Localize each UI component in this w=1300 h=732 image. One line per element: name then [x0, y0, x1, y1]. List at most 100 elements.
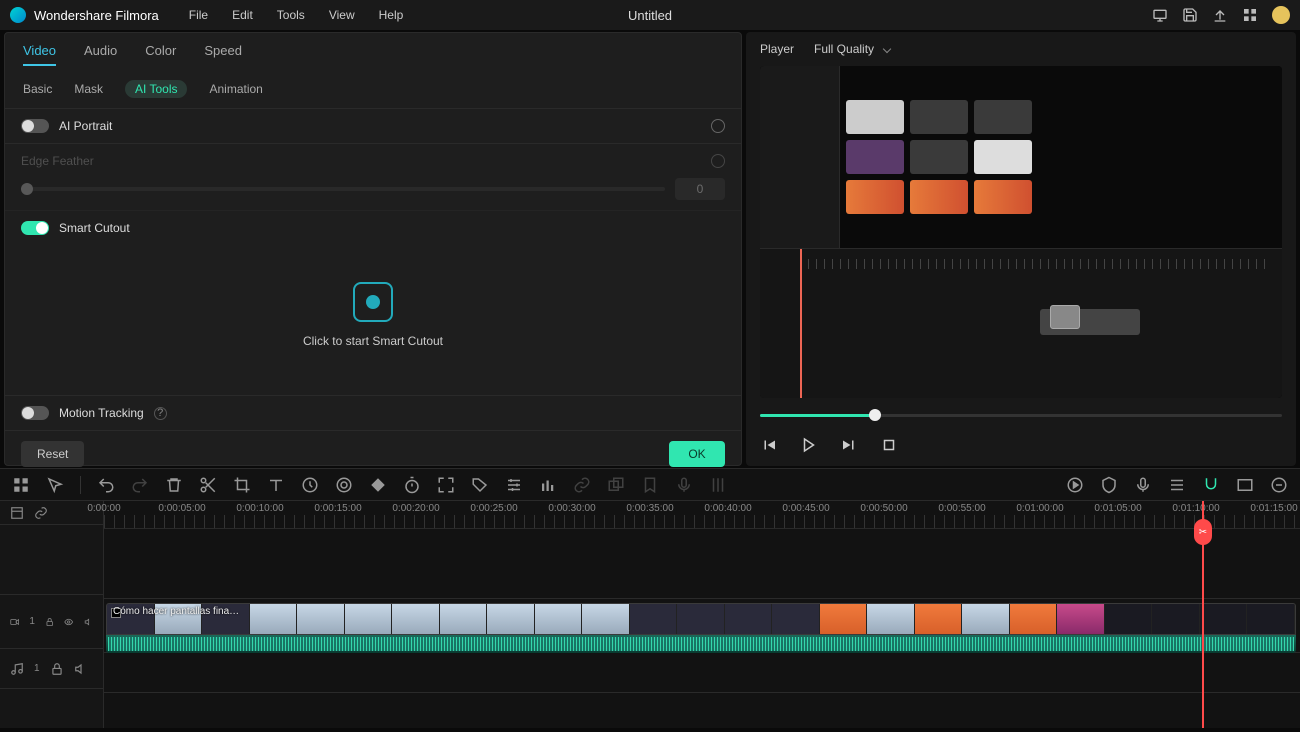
- delete-icon[interactable]: [165, 476, 183, 494]
- ruler-tick: 0:00:00: [87, 503, 120, 514]
- subtab-basic[interactable]: Basic: [23, 80, 52, 98]
- toolbar-grid-icon[interactable]: [12, 476, 30, 494]
- audio-lock-icon[interactable]: [50, 662, 64, 676]
- ruler-tick: 0:00:50:00: [860, 503, 907, 514]
- ai-portrait-toggle[interactable]: [21, 119, 49, 133]
- gutter-audio-track: 1: [0, 649, 103, 689]
- color-icon[interactable]: [335, 476, 353, 494]
- playhead[interactable]: [1202, 501, 1204, 728]
- clip-title: Cómo hacer pantallas fina…: [113, 606, 239, 617]
- user-avatar[interactable]: [1272, 6, 1290, 24]
- player-scrub[interactable]: [760, 404, 1282, 428]
- ruler-tick: 0:01:00:00: [1016, 503, 1063, 514]
- sliders-icon[interactable]: [505, 476, 523, 494]
- ruler-tick: 0:01:05:00: [1094, 503, 1141, 514]
- text-icon[interactable]: [267, 476, 285, 494]
- stop-button[interactable]: [880, 436, 898, 454]
- track-gutter: 1 1: [0, 501, 104, 728]
- screen-icon[interactable]: [1152, 7, 1168, 23]
- reset-button[interactable]: Reset: [21, 441, 84, 467]
- menu-file[interactable]: File: [179, 4, 218, 26]
- chevron-down-icon: [883, 45, 891, 53]
- voiceover-icon[interactable]: [1134, 476, 1152, 494]
- zoom-out-icon[interactable]: [1270, 476, 1288, 494]
- motion-tracking-toggle[interactable]: [21, 406, 49, 420]
- split-icon[interactable]: [199, 476, 217, 494]
- smart-cutout-cta[interactable]: Click to start Smart Cutout: [303, 334, 443, 348]
- snapping-icon[interactable]: [1202, 476, 1220, 494]
- ai-portrait-reset-icon[interactable]: [711, 119, 725, 133]
- edge-feather-reset-icon[interactable]: [711, 154, 725, 168]
- tab-audio[interactable]: Audio: [84, 43, 117, 66]
- menu-help[interactable]: Help: [369, 4, 414, 26]
- crop-icon[interactable]: [233, 476, 251, 494]
- mixer-icon: [709, 476, 727, 494]
- audio-mute-icon[interactable]: [74, 662, 88, 676]
- redo-icon: [131, 476, 149, 494]
- edge-feather-label: Edge Feather: [21, 154, 94, 168]
- property-top-tabs: Video Audio Color Speed: [5, 33, 741, 70]
- speed-icon[interactable]: [301, 476, 319, 494]
- title-bar-actions: [1152, 6, 1290, 24]
- upload-icon[interactable]: [1212, 7, 1228, 23]
- edge-feather-value[interactable]: 0: [675, 178, 725, 200]
- video-preview[interactable]: [760, 66, 1282, 398]
- menu-view[interactable]: View: [319, 4, 365, 26]
- audio-meter-icon[interactable]: [539, 476, 557, 494]
- prev-frame-button[interactable]: [760, 436, 778, 454]
- clip-audio-wave: [106, 635, 1296, 653]
- ruler-tick: 0:00:55:00: [938, 503, 985, 514]
- toolbar-pointer-icon[interactable]: [46, 476, 64, 494]
- property-panel: Video Audio Color Speed Basic Mask AI To…: [4, 32, 742, 466]
- tag-icon[interactable]: [471, 476, 489, 494]
- save-icon[interactable]: [1182, 7, 1198, 23]
- gutter-blank-1: [0, 525, 103, 595]
- tab-video[interactable]: Video: [23, 43, 56, 66]
- ok-button[interactable]: OK: [669, 441, 725, 467]
- timeline-panel: 1 1 0:00:000:00:05:000:00:10:000:00:15:0…: [0, 468, 1300, 728]
- marker-icon: [641, 476, 659, 494]
- video-track[interactable]: Cómo hacer pantallas fina…: [104, 599, 1300, 653]
- play-button[interactable]: [800, 436, 818, 454]
- expand-icon[interactable]: [437, 476, 455, 494]
- player-quality-select[interactable]: Full Quality: [814, 42, 890, 56]
- subtab-mask[interactable]: Mask: [74, 80, 103, 98]
- music-track-icon: [10, 662, 24, 676]
- fit-icon[interactable]: [1236, 476, 1254, 494]
- menu-tools[interactable]: Tools: [267, 4, 315, 26]
- timeline-toolbar: [0, 469, 1300, 501]
- ruler-tick: 0:01:15:00: [1250, 503, 1297, 514]
- audio-track[interactable]: [104, 653, 1300, 693]
- mute-icon[interactable]: [84, 615, 93, 629]
- section-motion-tracking: Motion Tracking ?: [5, 396, 741, 431]
- apps-icon[interactable]: [1242, 7, 1258, 23]
- stopwatch-icon[interactable]: [403, 476, 421, 494]
- smart-cutout-start-icon[interactable]: [353, 282, 393, 322]
- motion-tracking-help-icon[interactable]: ?: [154, 407, 167, 420]
- subtab-animation[interactable]: Animation: [209, 80, 262, 98]
- video-clip[interactable]: Cómo hacer pantallas fina…: [106, 603, 1296, 635]
- subtab-ai-tools[interactable]: AI Tools: [125, 80, 187, 98]
- render-icon[interactable]: [1066, 476, 1084, 494]
- undo-icon[interactable]: [97, 476, 115, 494]
- eye-icon[interactable]: [64, 615, 73, 629]
- lock-icon[interactable]: [45, 615, 54, 629]
- shield-icon[interactable]: [1100, 476, 1118, 494]
- ai-portrait-label: AI Portrait: [59, 119, 112, 133]
- link-toggle-icon[interactable]: [34, 506, 48, 520]
- list-icon[interactable]: [1168, 476, 1186, 494]
- keyframe-icon[interactable]: [369, 476, 387, 494]
- collapse-icon[interactable]: [10, 506, 24, 520]
- timeline-ruler[interactable]: 0:00:000:00:05:000:00:10:000:00:15:000:0…: [104, 501, 1300, 529]
- section-smart-cutout: Smart Cutout Click to start Smart Cutout: [5, 211, 741, 396]
- smart-cutout-toggle[interactable]: [21, 221, 49, 235]
- tab-speed[interactable]: Speed: [204, 43, 242, 66]
- next-frame-button[interactable]: [840, 436, 858, 454]
- ruler-tick: 0:00:30:00: [548, 503, 595, 514]
- group-icon: [607, 476, 625, 494]
- tab-color[interactable]: Color: [145, 43, 176, 66]
- track-area[interactable]: 0:00:000:00:05:000:00:10:000:00:15:000:0…: [104, 501, 1300, 728]
- menu-edit[interactable]: Edit: [222, 4, 263, 26]
- edge-feather-slider[interactable]: [21, 187, 665, 191]
- motion-tracking-label: Motion Tracking: [59, 406, 144, 420]
